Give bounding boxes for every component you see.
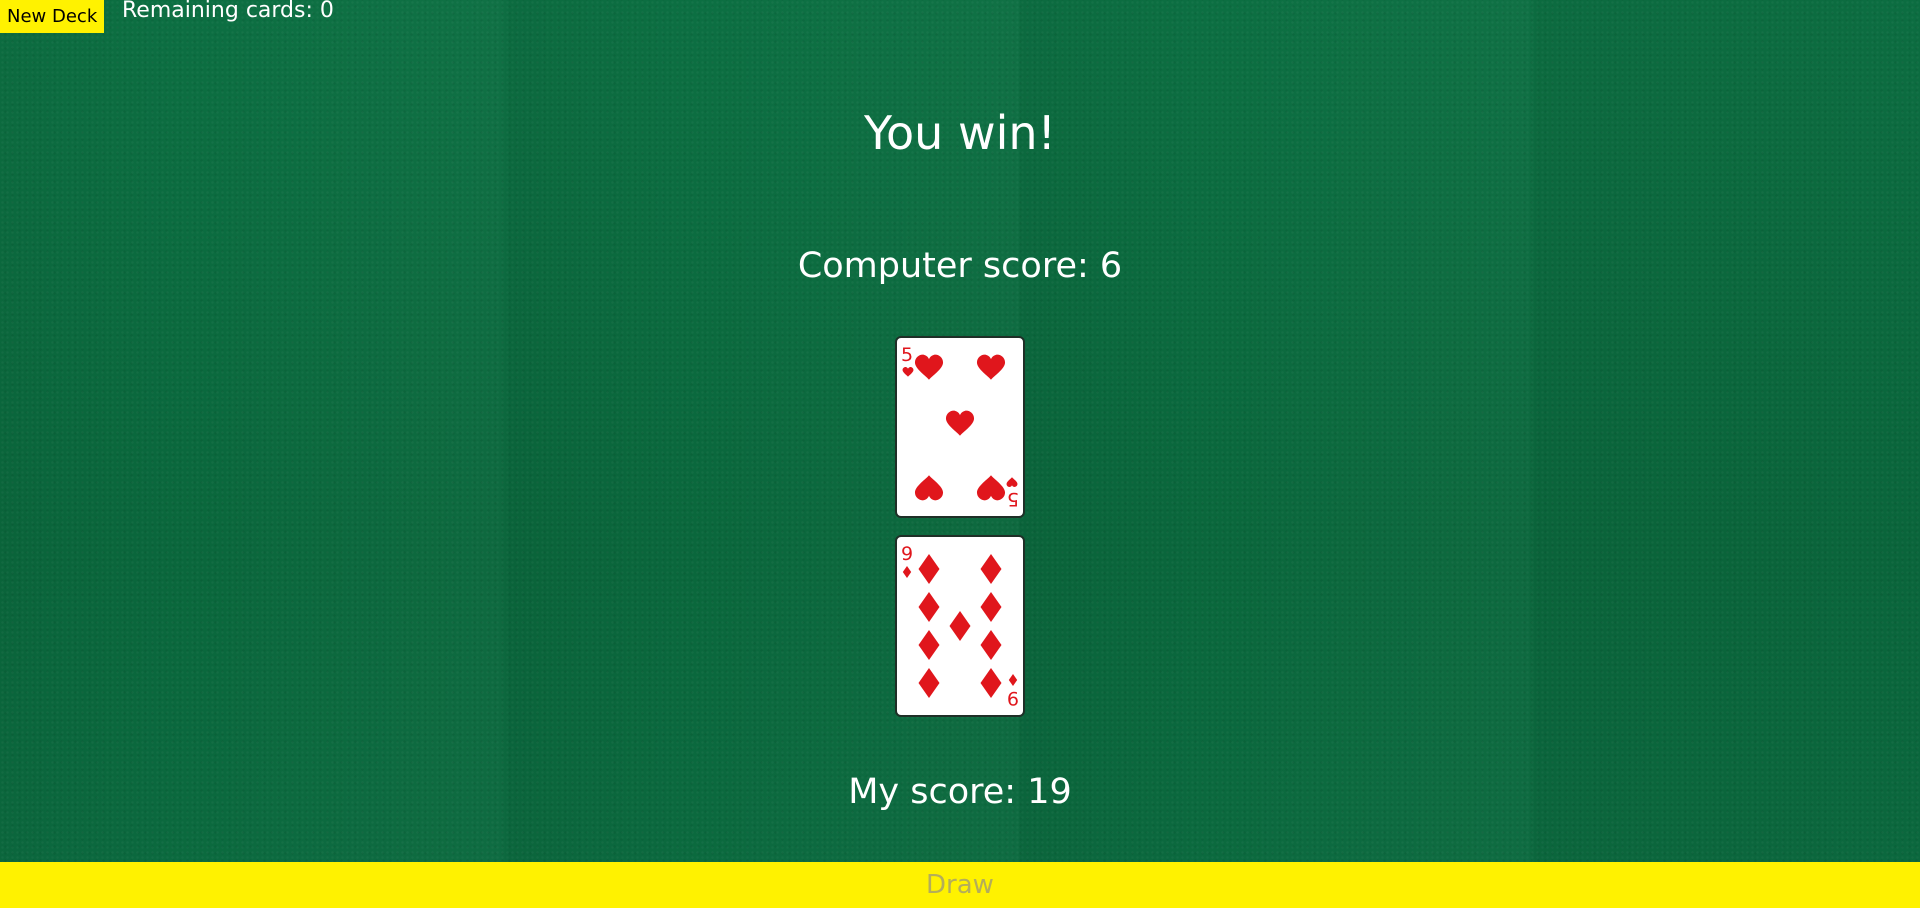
diamond-icon [1008, 674, 1018, 686]
diamond-icon [980, 554, 1002, 584]
diamond-icon [980, 668, 1002, 698]
diamond-icon [949, 611, 971, 641]
five-of-hearts-face: 5 5 [901, 344, 1019, 510]
card-rank-bottom: 5 [1007, 488, 1019, 510]
computer-score: Computer score: 6 [797, 246, 1123, 286]
computer-card: 5 5 [895, 336, 1025, 518]
draw-button[interactable]: Draw [0, 862, 1920, 908]
nine-of-diamonds-face: 9 9 [901, 543, 1019, 709]
diamond-icon [918, 630, 940, 660]
diamond-icon [902, 566, 912, 578]
game-result-message: You win! [864, 106, 1056, 160]
heart-icon [1006, 477, 1018, 487]
heart-icon [976, 354, 1006, 380]
diamond-icon [980, 592, 1002, 622]
diamond-icon [980, 630, 1002, 660]
diamond-icon [918, 554, 940, 584]
heart-icon [902, 367, 914, 377]
card-rank-top: 9 [901, 543, 913, 565]
new-deck-button[interactable]: New Deck [0, 0, 105, 33]
remaining-cards-count: Remaining cards: 0 [122, 0, 334, 23]
heart-icon [945, 410, 975, 436]
player-card: 9 9 [895, 535, 1025, 717]
diamond-icon [918, 668, 940, 698]
heart-icon [914, 354, 944, 380]
heart-icon [976, 475, 1006, 501]
diamond-icon [918, 592, 940, 622]
card-rank-bottom: 9 [1007, 687, 1019, 709]
my-score: My score: 19 [848, 772, 1072, 812]
heart-icon [914, 475, 944, 501]
card-rank-top: 5 [901, 344, 913, 366]
